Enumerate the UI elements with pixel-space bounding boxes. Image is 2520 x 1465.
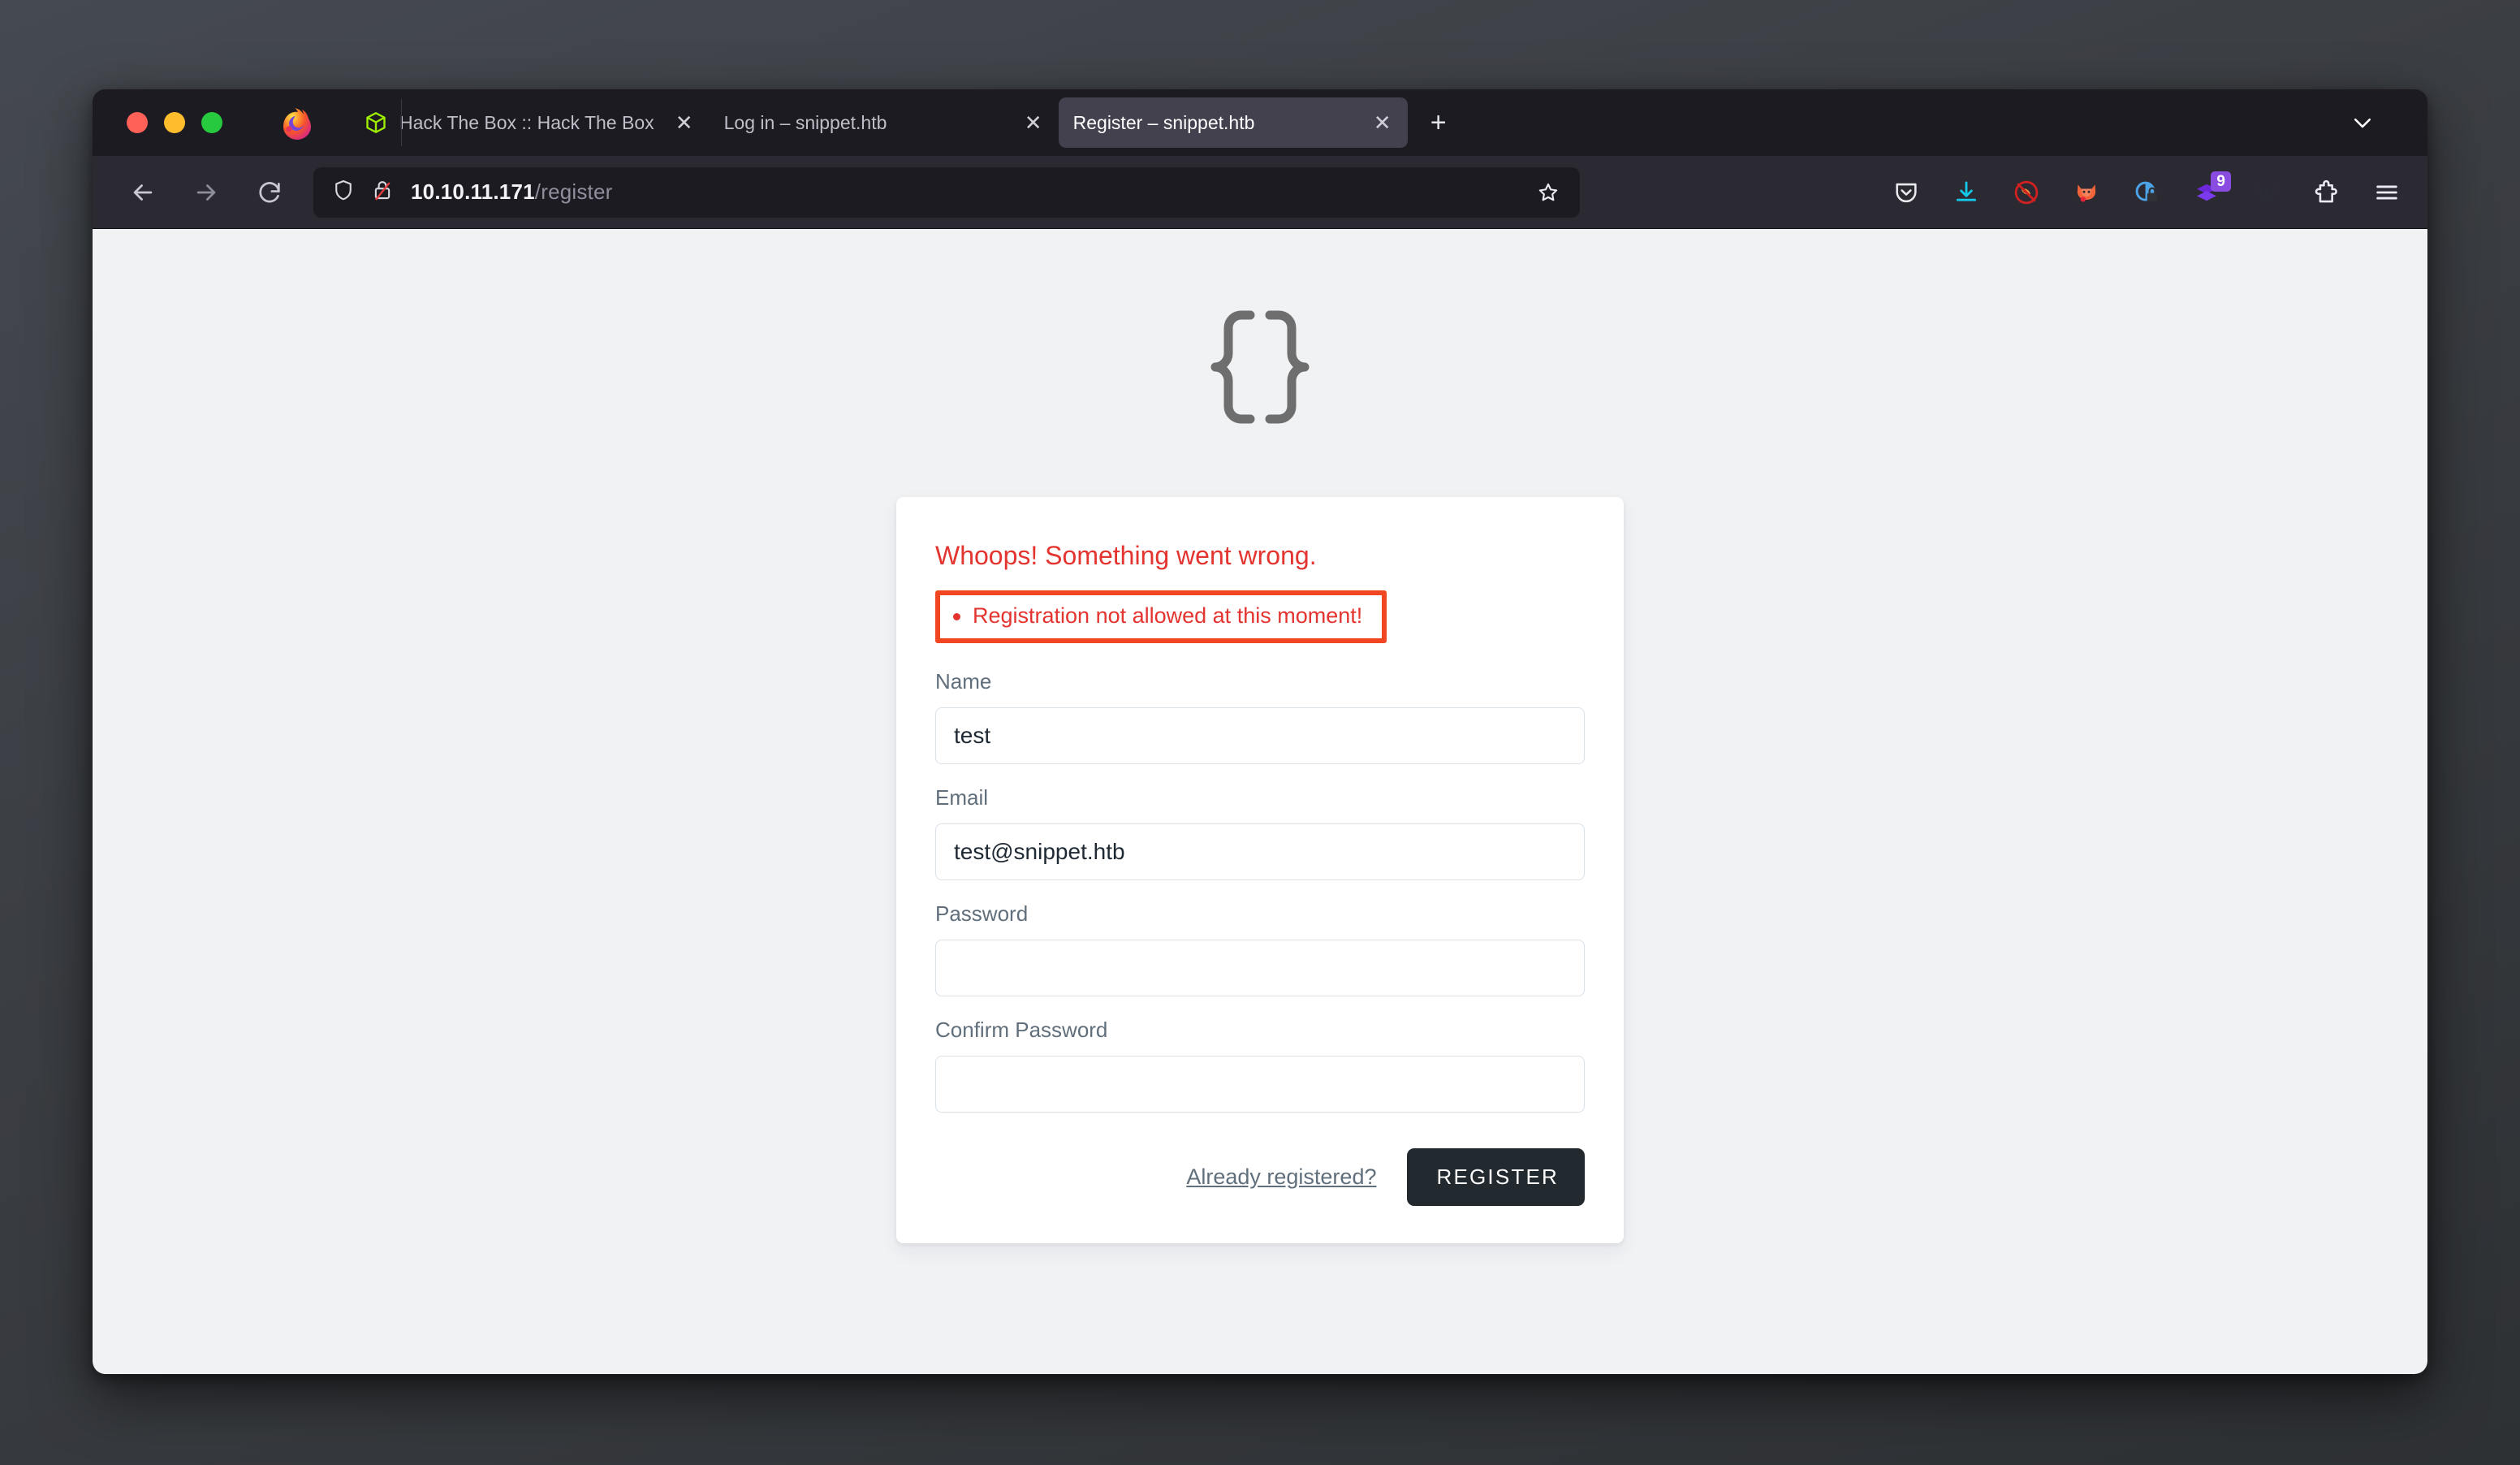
url-text[interactable]: 10.10.11.171/register (411, 179, 1530, 205)
field-confirm-password: Confirm Password (935, 1018, 1585, 1113)
error-message-list: Registration not allowed at this moment! (948, 600, 1362, 632)
extensions-toolbar: 9 (1887, 171, 2406, 212)
field-label-email: Email (935, 785, 989, 810)
register-button[interactable]: REGISTER (1407, 1148, 1585, 1207)
extensions-puzzle-icon[interactable] (2307, 173, 2346, 212)
page-content: Whoops! Something went wrong. Registrati… (93, 229, 2427, 1374)
tab-title: Register – snippet.htb (1072, 111, 1255, 133)
tab-close-button[interactable]: ✕ (672, 110, 697, 135)
curly-braces-logo (1199, 309, 1321, 426)
window-zoom-button[interactable] (201, 112, 222, 133)
tab-list: Hack The Box :: Hack The Box ✕ Log in – … (349, 97, 1460, 148)
name-input[interactable] (935, 707, 1585, 765)
new-tab-button[interactable]: + (1418, 102, 1460, 144)
downloads-icon[interactable] (1947, 173, 1986, 212)
window-controls (110, 112, 222, 133)
tab-log-in-snippet[interactable]: Log in – snippet.htb ✕ (710, 97, 1059, 148)
tabstrip-divider (401, 99, 402, 146)
email-input[interactable] (935, 823, 1585, 881)
shield-icon[interactable] (331, 178, 356, 206)
url-bar[interactable]: 10.10.11.171/register (313, 166, 1580, 218)
navigation-toolbar: 10.10.11.171/register 9 (93, 156, 2427, 229)
field-name: Name (935, 669, 1585, 765)
url-path: /register (534, 179, 613, 204)
htb-cube-icon (364, 110, 388, 135)
tab-title: Hack The Box :: Hack The Box (399, 111, 654, 133)
password-input[interactable] (935, 940, 1585, 997)
tab-close-button[interactable]: ✕ (1370, 110, 1395, 135)
field-label-confirm-password: Confirm Password (935, 1018, 1108, 1043)
app-menu-icon[interactable] (2367, 173, 2406, 212)
wappalyzer-icon[interactable] (2247, 173, 2286, 212)
error-message: Registration not allowed at this moment! (948, 600, 1362, 632)
bookmark-star-icon[interactable] (1530, 174, 1567, 211)
foxyproxy-disabled-icon[interactable] (2007, 173, 2046, 212)
field-email: Email (935, 785, 1585, 881)
tab-close-button[interactable]: ✕ (1021, 110, 1046, 135)
tab-title: Log in – snippet.htb (723, 111, 887, 133)
reload-button[interactable] (247, 170, 292, 215)
already-registered-link[interactable]: Already registered? (1186, 1165, 1376, 1190)
extension-badge-count: 9 (2211, 171, 2231, 192)
url-host: 10.10.11.171 (411, 179, 535, 204)
site-logo-wrapper (93, 229, 2427, 426)
window-close-button[interactable] (127, 112, 148, 133)
field-label-password: Password (935, 901, 1029, 927)
fox-icon[interactable] (2067, 173, 2106, 212)
list-all-tabs-button[interactable] (2343, 103, 2382, 142)
privacy-lock-icon[interactable] (2127, 173, 2166, 212)
confirm-password-input[interactable] (935, 1056, 1585, 1113)
back-button[interactable] (120, 170, 166, 215)
field-password: Password (935, 901, 1585, 997)
error-heading: Whoops! Something went wrong. (935, 541, 1317, 570)
lock-crossed-icon[interactable] (370, 178, 395, 206)
purple-stack-icon[interactable]: 9 (2187, 171, 2231, 212)
browser-window: Hack The Box :: Hack The Box ✕ Log in – … (93, 89, 2427, 1374)
register-card: Whoops! Something went wrong. Registrati… (896, 497, 1624, 1244)
error-highlight-box: Registration not allowed at this moment! (935, 590, 1387, 644)
form-actions: Already registered? REGISTER (935, 1148, 1585, 1207)
window-minimize-button[interactable] (164, 112, 185, 133)
tab-strip: Hack The Box :: Hack The Box ✕ Log in – … (93, 89, 2427, 156)
forward-button[interactable] (183, 170, 229, 215)
pocket-icon[interactable] (1887, 173, 1926, 212)
firefox-logo-icon (278, 106, 312, 140)
field-label-name: Name (935, 669, 992, 694)
tab-hack-the-box[interactable]: Hack The Box :: Hack The Box ✕ (349, 97, 710, 148)
tab-register-snippet[interactable]: Register – snippet.htb ✕ (1058, 97, 1408, 148)
